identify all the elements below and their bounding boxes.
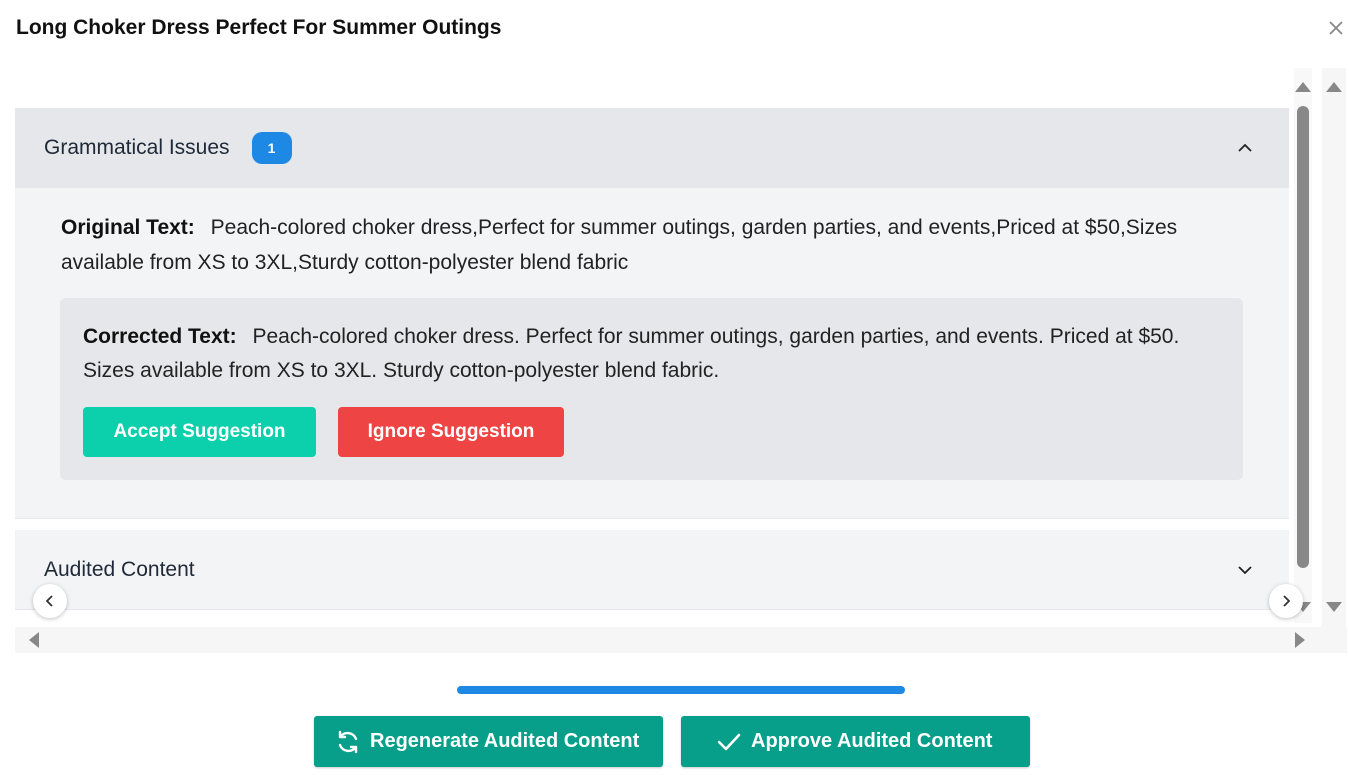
refresh-icon [338,730,358,753]
scroll-left-arrow-icon[interactable] [29,632,39,648]
scroll-up-arrow-icon[interactable] [1295,82,1311,92]
modal-title: Long Choker Dress Perfect For Summer Out… [16,16,502,39]
scrollbar-thumb[interactable] [1297,106,1309,568]
original-text-label: Original Text: [61,216,195,239]
chevron-down-icon[interactable] [1235,560,1255,580]
close-icon[interactable] [1326,18,1346,38]
approve-label: Approve Audited Content [751,730,993,752]
original-text-value: Peach-colored choker dress,Perfect for s… [61,216,1178,274]
chevron-right-icon [1283,595,1291,607]
corrected-text-value: Peach-colored choker dress. Perfect for … [83,325,1180,382]
accordion-content: Grammatical Issues 1 Original Text: Peac… [15,108,1289,610]
corrected-text: Corrected Text: Peach-colored choker dre… [83,320,1203,388]
scroll-area[interactable]: Grammatical Issues 1 Original Text: Peac… [15,68,1347,653]
grammatical-issues-label: Grammatical Issues [44,136,230,159]
outer-scroll-up-arrow-icon[interactable] [1326,82,1342,92]
prev-nav-button[interactable] [33,584,67,618]
check-icon [717,733,741,750]
corrected-text-label: Corrected Text: [83,325,237,348]
audited-content-header[interactable]: Audited Content [15,530,1289,610]
original-text: Original Text: Peach-colored choker dres… [61,210,1231,280]
regenerate-label: Regenerate Audited Content [370,730,640,752]
outer-vertical-scrollbar[interactable] [1322,68,1346,628]
section-divider [15,518,1289,530]
corrected-text-box: Corrected Text: Peach-colored choker dre… [60,298,1243,480]
inner-vertical-scrollbar[interactable] [1294,68,1312,623]
accept-suggestion-button[interactable]: Accept Suggestion [83,407,316,457]
progress-bar [457,686,905,694]
chevron-up-icon[interactable] [1235,138,1255,158]
approve-audited-content-button[interactable]: Approve Audited Content [681,716,1030,767]
audited-content-label: Audited Content [44,557,195,581]
chevron-left-icon [45,595,53,607]
next-nav-button[interactable] [1269,584,1303,618]
outer-scroll-down-arrow-icon[interactable] [1326,602,1342,612]
grammatical-issues-header[interactable]: Grammatical Issues 1 [15,108,1289,188]
ignore-suggestion-button[interactable]: Ignore Suggestion [338,407,564,457]
grammatical-issues-body: Original Text: Peach-colored choker dres… [15,188,1289,518]
regenerate-audited-content-button[interactable]: Regenerate Audited Content [314,716,663,767]
issue-count-badge: 1 [251,132,292,164]
scroll-right-arrow-icon[interactable] [1295,632,1305,648]
horizontal-scrollbar[interactable] [15,627,1347,653]
